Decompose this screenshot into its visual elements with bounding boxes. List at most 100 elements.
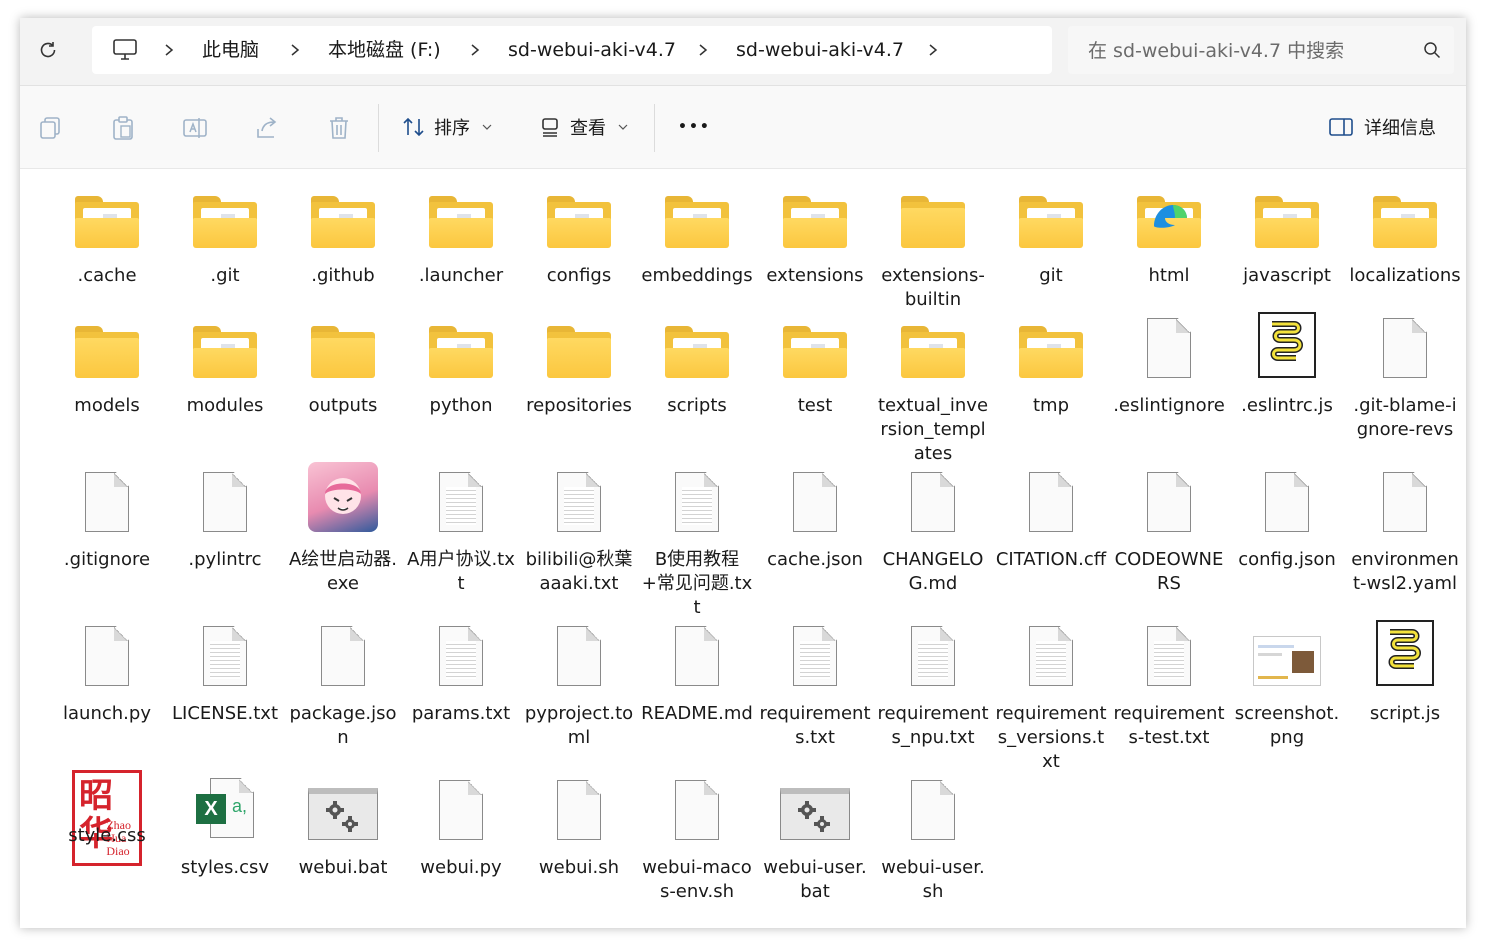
folder-icon xyxy=(190,178,260,248)
search-input[interactable] xyxy=(1086,36,1410,66)
file-item[interactable]: launch.py xyxy=(48,616,166,726)
file-item[interactable]: .git xyxy=(166,178,284,288)
file-item[interactable]: screenshot.png xyxy=(1228,616,1346,750)
breadcrumb-item-folder-2[interactable]: sd-webui-aki-v4.7 xyxy=(736,26,904,74)
file-item[interactable]: outputs xyxy=(284,308,402,418)
file-item[interactable]: modules xyxy=(166,308,284,418)
file-item[interactable]: html xyxy=(1110,178,1228,288)
file-item[interactable]: webui-user.sh xyxy=(874,770,992,904)
share-icon[interactable] xyxy=(254,115,280,141)
folder-icon xyxy=(544,308,614,378)
copy-icon[interactable] xyxy=(38,115,64,141)
file-name-label: style.css xyxy=(68,825,146,846)
sort-button[interactable]: 排序 xyxy=(402,108,492,146)
breadcrumb-item-drive[interactable]: 本地磁盘 (F:) xyxy=(328,26,441,74)
file-item[interactable]: requirements.txt xyxy=(756,616,874,750)
file-item[interactable]: extensions-builtin xyxy=(874,178,992,312)
file-icon xyxy=(662,770,732,840)
text-file-icon xyxy=(426,616,496,686)
paste-icon[interactable] xyxy=(110,115,136,141)
file-name-label: webui-macos-env.sh xyxy=(642,857,752,902)
breadcrumb-item-folder-1[interactable]: sd-webui-aki-v4.7 xyxy=(508,26,676,74)
file-item[interactable]: .eslintrc.js xyxy=(1228,308,1346,418)
file-item[interactable]: extensions xyxy=(756,178,874,288)
file-icon xyxy=(544,616,614,686)
file-name-label: python xyxy=(429,395,493,416)
search-icon[interactable] xyxy=(1423,41,1441,59)
file-item[interactable]: A绘世启动器.exe xyxy=(284,462,402,596)
breadcrumb[interactable]: 此电脑 本地磁盘 (F:) sd-webui-aki-v4.7 sd-webui… xyxy=(92,26,1052,74)
file-item[interactable]: CITATION.cff xyxy=(992,462,1110,572)
file-item[interactable]: .git-blame-ignore-revs xyxy=(1346,308,1464,442)
file-item[interactable]: .eslintignore xyxy=(1110,308,1228,418)
this-pc-icon[interactable] xyxy=(112,38,138,66)
file-item[interactable]: .github xyxy=(284,178,402,288)
breadcrumb-item-this-pc[interactable]: 此电脑 xyxy=(202,26,259,74)
folder-icon xyxy=(308,308,378,378)
file-item[interactable]: pyproject.toml xyxy=(520,616,638,750)
more-options-button[interactable]: ••• xyxy=(678,108,711,146)
search-box[interactable] xyxy=(1068,26,1454,74)
file-item[interactable]: .cache xyxy=(48,178,166,288)
folder-icon xyxy=(308,178,378,248)
file-item[interactable]: bilibili@秋葉aaaki.txt xyxy=(520,462,638,596)
file-item[interactable]: LICENSE.txt xyxy=(166,616,284,726)
file-item[interactable]: .launcher xyxy=(402,178,520,288)
file-item[interactable]: webui-macos-env.sh xyxy=(638,770,756,904)
file-item[interactable]: textual_inversion_templates xyxy=(874,308,992,466)
refresh-button[interactable] xyxy=(32,34,64,66)
file-item[interactable]: models xyxy=(48,308,166,418)
chevron-right-icon[interactable] xyxy=(696,43,710,57)
file-item[interactable]: webui-user.bat xyxy=(756,770,874,904)
file-name-label: modules xyxy=(186,395,264,416)
file-item[interactable]: B使用教程+常见问题.txt xyxy=(638,462,756,620)
more-icon: ••• xyxy=(678,119,711,135)
details-pane-button[interactable]: 详细信息 xyxy=(1328,108,1436,146)
file-item[interactable]: configs xyxy=(520,178,638,288)
file-item[interactable]: CODEOWNERS xyxy=(1110,462,1228,596)
delete-icon[interactable] xyxy=(326,115,352,141)
chevron-right-icon[interactable] xyxy=(162,43,176,57)
rename-icon[interactable] xyxy=(182,115,208,141)
file-item[interactable]: cache.json xyxy=(756,462,874,572)
chevron-down-icon xyxy=(482,124,492,130)
text-file-icon xyxy=(662,462,732,532)
file-item[interactable]: webui.sh xyxy=(520,770,638,880)
file-item[interactable]: localizations xyxy=(1346,178,1464,288)
file-item[interactable]: environment-wsl2.yaml xyxy=(1346,462,1464,596)
view-button[interactable]: 查看 xyxy=(538,108,628,146)
file-item[interactable]: .gitignore xyxy=(48,462,166,572)
file-item[interactable]: test xyxy=(756,308,874,418)
file-item[interactable]: scripts xyxy=(638,308,756,418)
file-item[interactable]: embeddings xyxy=(638,178,756,288)
chevron-right-icon[interactable] xyxy=(468,43,482,57)
file-item[interactable]: .pylintrc xyxy=(166,462,284,572)
file-item[interactable]: Xa, styles.csv xyxy=(166,770,284,880)
file-item[interactable]: A用户协议.txt xyxy=(402,462,520,596)
folder-icon xyxy=(898,308,968,378)
details-label: 详细信息 xyxy=(1364,118,1436,139)
file-item[interactable]: requirements-test.txt xyxy=(1110,616,1228,750)
chevron-right-icon[interactable] xyxy=(926,43,940,57)
file-item[interactable]: repositories xyxy=(520,308,638,418)
file-item[interactable]: package.json xyxy=(284,616,402,750)
file-item[interactable]: webui.py xyxy=(402,770,520,880)
file-item[interactable]: requirements_versions.txt xyxy=(992,616,1110,774)
file-item[interactable]: script.js xyxy=(1346,616,1464,726)
chevron-right-icon[interactable] xyxy=(288,43,302,57)
text-file-icon xyxy=(1016,616,1086,686)
toolbar-separator xyxy=(654,104,655,152)
file-item[interactable]: config.json xyxy=(1228,462,1346,572)
file-name-label: javascript xyxy=(1243,265,1331,286)
file-item[interactable]: tmp xyxy=(992,308,1110,418)
file-item[interactable]: params.txt xyxy=(402,616,520,726)
file-item[interactable]: CHANGELOG.md xyxy=(874,462,992,596)
file-item[interactable]: README.md xyxy=(638,616,756,726)
file-item[interactable]: javascript xyxy=(1228,178,1346,288)
file-item[interactable]: requirements_npu.txt xyxy=(874,616,992,750)
text-file-icon xyxy=(1134,616,1204,686)
file-item[interactable]: 昭华 Zhao Hua Diao style.css xyxy=(48,770,166,866)
file-item[interactable]: webui.bat xyxy=(284,770,402,880)
file-item[interactable]: git xyxy=(992,178,1110,288)
file-item[interactable]: python xyxy=(402,308,520,418)
